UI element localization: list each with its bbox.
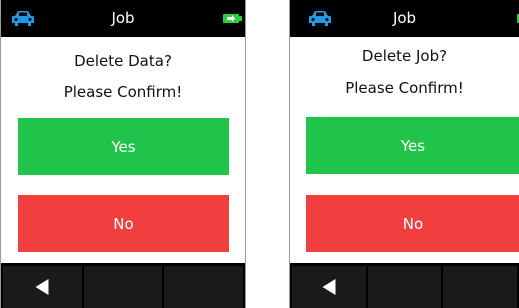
device-screen-delete-data: Job Delete Data? Please Confirm! Yes No [0,0,246,308]
back-arrow-icon [322,279,336,295]
footer-softkeys [1,263,245,308]
header-title: Job [111,9,135,27]
softkey-2[interactable] [367,266,442,308]
softkey-3[interactable] [443,266,518,308]
confirm-message: Delete Data? [74,52,172,70]
softkey-2[interactable] [83,266,163,308]
yes-button[interactable]: Yes [306,117,519,174]
header-bar: Job [1,0,245,37]
yes-button[interactable]: Yes [18,118,229,175]
back-arrow-icon [35,279,49,295]
header-bar: Job [290,0,519,37]
confirm-prompt: Please Confirm! [63,83,183,101]
device-screen-delete-job: Job Delete Job? Please Confirm! Yes No [289,0,519,308]
battery-charging-icon [223,14,242,23]
confirm-prompt: Please Confirm! [345,79,464,97]
no-button[interactable]: No [306,195,519,252]
footer-softkeys [290,263,519,308]
softkey-3[interactable] [164,266,244,308]
back-button[interactable] [292,266,366,308]
confirm-message: Delete Job? [361,47,448,65]
no-button[interactable]: No [18,195,229,252]
header-title: Job [392,9,417,27]
back-button[interactable] [3,266,82,308]
